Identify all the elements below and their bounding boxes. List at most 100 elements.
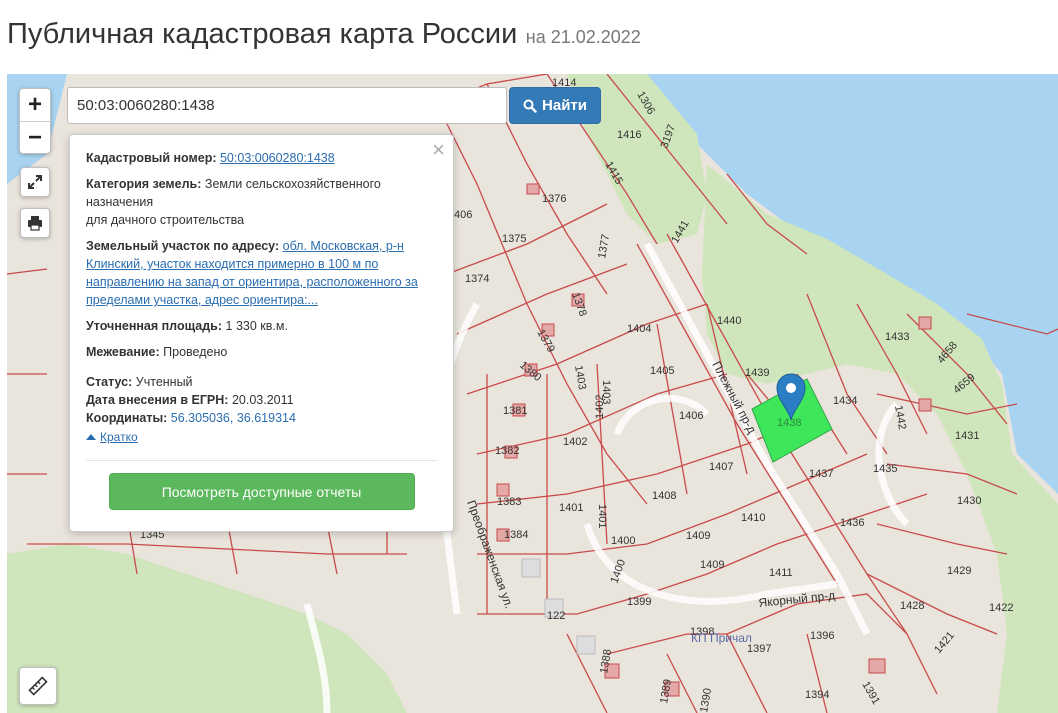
print-icon	[28, 216, 42, 231]
ruler-button[interactable]	[19, 667, 57, 705]
parcel-1389: 1389	[658, 678, 674, 704]
parcel-1396: 1396	[810, 630, 834, 642]
brief-toggle-label: Кратко	[100, 430, 138, 444]
area-row: Уточненная площадь: 1 330 кв.м.	[86, 317, 437, 335]
parcel-1431: 1431	[955, 430, 979, 442]
cadastral-number-link[interactable]: 50:03:0060280:1438	[220, 151, 335, 165]
parcel-1422: 1422	[989, 602, 1013, 614]
fullscreen-button[interactable]	[20, 167, 50, 197]
cadastral-map[interactable]: 1414 1306 1416 3197 1415 1376 1375 1374 …	[7, 74, 1058, 713]
parcel-1382: 1382	[495, 445, 519, 457]
zoom-out-button[interactable]: −	[20, 121, 50, 153]
coordinates-row: Координаты: 56.305036, 36.619314	[86, 409, 437, 427]
egrn-date-label: Дата внесения в ЕГРН:	[86, 393, 229, 407]
land-category-row: Категория земель: Земли сельскохозяйстве…	[86, 175, 437, 229]
status-label: Статус:	[86, 375, 133, 389]
parcel-1404: 1404	[627, 323, 651, 335]
parcel-1433: 1433	[885, 331, 909, 343]
brief-toggle[interactable]: Кратко	[86, 428, 138, 446]
parcel-1438-label: 1438	[777, 417, 801, 429]
place-kp-prichal: КП Причал	[691, 631, 752, 645]
zoom-in-button[interactable]: +	[20, 89, 50, 121]
caret-up-icon	[86, 434, 96, 440]
cadastral-number-row: Кадастровый номер: 50:03:0060280:1438	[86, 149, 437, 167]
parcel-1436: 1436	[840, 517, 864, 529]
parcel-1407: 1407	[709, 461, 733, 473]
parcel-1401b: 1401	[596, 504, 608, 528]
land-category-label: Категория земель:	[86, 177, 202, 191]
parcel-1440: 1440	[717, 315, 741, 327]
parcel-1376: 1376	[542, 193, 566, 205]
parcel-1406: 1406	[679, 410, 703, 422]
coordinates-label: Координаты:	[86, 411, 168, 425]
zoom-control: + −	[19, 88, 51, 154]
parcel-1401: 1401	[559, 502, 583, 514]
parcel-1384: 1384	[504, 529, 528, 541]
survey-row: Межевание: Проведено	[86, 343, 437, 361]
parcel-1434: 1434	[833, 395, 857, 407]
parcel-1377: 1377	[596, 233, 612, 259]
parcel-1428: 1428	[900, 600, 924, 612]
parcel-1390: 1390	[698, 687, 714, 713]
find-button-label: Найти	[542, 97, 587, 114]
parcel-1411: 1411	[769, 567, 793, 579]
parcel-1439: 1439	[745, 367, 769, 379]
parcel-1394: 1394	[805, 689, 829, 701]
parcel-1402b: 1402	[594, 395, 606, 419]
parcel-1437: 1437	[809, 468, 833, 480]
parcel-1374: 1374	[465, 273, 489, 285]
expand-icon	[28, 175, 42, 189]
land-category-value: Земли сельскохозяйственного	[204, 177, 381, 191]
parcel-1408: 1408	[652, 490, 676, 502]
parcel-1381: 1381	[503, 405, 527, 417]
parcel-1403: 1403	[572, 364, 588, 390]
address-row: Земельный участок по адресу: обл. Москов…	[86, 237, 437, 309]
ruler-icon	[28, 676, 48, 696]
parcel-1410: 1410	[741, 512, 765, 524]
search-input[interactable]	[67, 87, 507, 124]
close-icon[interactable]: ×	[432, 139, 445, 161]
parcel-1402: 1402	[563, 436, 587, 448]
parcel-1405: 1405	[650, 365, 674, 377]
land-category-value-2: назначения	[86, 195, 154, 209]
parcel-1430: 1430	[957, 495, 981, 507]
forest-area-southwest	[7, 544, 407, 713]
area-label: Уточненная площадь:	[86, 319, 223, 333]
parcel-1380: 1380	[517, 359, 543, 384]
parcel-1383: 1383	[497, 496, 521, 508]
parcel-1400: 1400	[611, 535, 635, 547]
egrn-date-value: 20.03.2011	[231, 393, 294, 407]
search-icon	[523, 99, 537, 113]
find-button[interactable]: Найти	[509, 87, 601, 124]
survey-label: Межевание:	[86, 345, 160, 359]
parcel-1429: 1429	[947, 565, 971, 577]
parcel-1421: 1421	[932, 629, 957, 655]
parcel-1409: 1409	[686, 530, 710, 542]
area-value: 1 330 кв.м.	[225, 319, 288, 333]
address-label: Земельный участок по адресу:	[86, 239, 280, 253]
parcel-1416: 1416	[617, 129, 641, 141]
parcel-406: 406	[454, 209, 472, 221]
parcel-info-popup: × Кадастровый номер: 50:03:0060280:1438 …	[69, 134, 454, 532]
view-reports-button[interactable]: Посмотреть доступные отчеты	[108, 473, 415, 510]
parcel-1435: 1435	[873, 463, 897, 475]
popup-divider	[86, 460, 437, 461]
parcel-1375: 1375	[502, 233, 526, 245]
coordinates-value: 56.305036, 36.619314	[170, 411, 296, 425]
page-title: Публичная кадастровая карта России	[7, 18, 518, 50]
grey-buildings	[521, 558, 596, 655]
egrn-date-row: Дата внесения в ЕГРН: 20.03.2011	[86, 391, 437, 409]
map-date: на 21.02.2022	[525, 27, 641, 47]
status-value: Учтенный	[135, 375, 193, 389]
survey-value: Проведено	[163, 345, 228, 359]
cadastral-number-label: Кадастровый номер:	[86, 151, 217, 165]
parcel-122: 122	[547, 610, 565, 622]
print-button[interactable]	[20, 208, 50, 238]
parcel-1409b: 1409	[700, 559, 724, 571]
land-use-value: для дачного строительства	[86, 213, 245, 227]
page-header: Публичная кадастровая карта России на 21…	[7, 18, 641, 58]
parcel-1391: 1391	[859, 680, 882, 707]
parcel-1442: 1442	[892, 404, 908, 430]
status-row: Статус: Учтенный	[86, 373, 437, 391]
parcel-1399: 1399	[627, 596, 651, 608]
